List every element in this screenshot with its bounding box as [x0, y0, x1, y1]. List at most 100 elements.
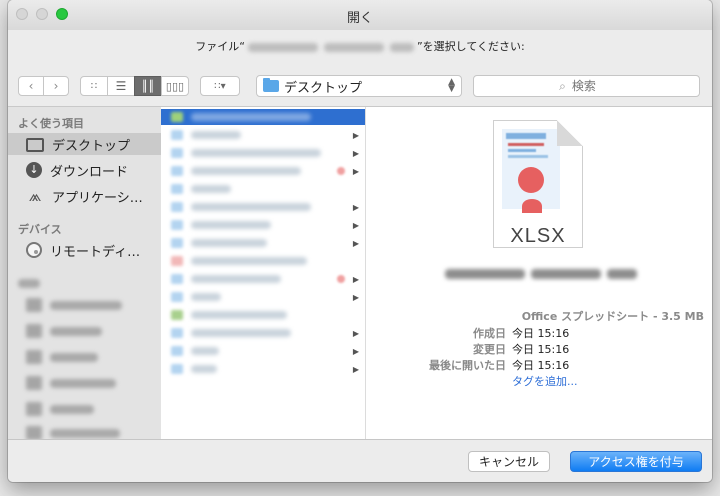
redacted-filename — [247, 42, 318, 52]
file-row[interactable]: ▶ — [161, 163, 365, 179]
title-bar[interactable]: 開く — [8, 0, 712, 30]
redacted-section-header — [18, 277, 40, 289]
disclosure-arrow-icon: ▶ — [352, 238, 359, 248]
tag-dot-icon — [337, 167, 345, 175]
sidebar-item-downloads[interactable]: ↓ ダウンロード — [8, 159, 161, 181]
applications-icon: ⩕ — [28, 186, 42, 205]
forward-button[interactable]: › — [43, 76, 69, 96]
columns-icon: ║║ — [141, 79, 155, 93]
preview-pane: XLSX Office スプレッドシート - 3.5 MB 作成日 今日 15:… — [366, 107, 712, 439]
file-row[interactable]: ▶ — [161, 361, 365, 377]
file-row[interactable] — [161, 181, 365, 197]
redacted-sidebar-item[interactable] — [26, 298, 122, 312]
disclosure-arrow-icon: ▶ — [352, 202, 359, 212]
disclosure-arrow-icon: ▶ — [352, 364, 359, 374]
file-row[interactable]: ▶ — [161, 325, 365, 341]
add-tags-link[interactable]: タグを追加... — [512, 373, 578, 389]
file-row[interactable]: ▶ — [161, 235, 365, 251]
file-row[interactable]: ▶ — [161, 127, 365, 143]
coverflow-icon: ▯▯▯ — [165, 79, 185, 93]
sidebar-item-label: アプリケーシ… — [52, 190, 143, 206]
icon-grid-icon: ∷ — [90, 80, 98, 92]
file-kind-size: Office スプレッドシート - 3.5 MB — [521, 310, 704, 323]
modified-value: 今日 15:16 — [512, 343, 570, 356]
xlsx-file-icon: XLSX — [493, 120, 583, 248]
sidebar-item-applications[interactable]: ⩕ アプリケーシ… — [8, 185, 161, 207]
disclosure-arrow-icon: ▶ — [352, 166, 359, 176]
redacted-filename-part — [323, 42, 384, 52]
search-field[interactable]: ⌕ — [473, 75, 700, 97]
prompt-prefix: ファイル“ — [195, 40, 245, 53]
chevron-left-icon: ‹ — [28, 79, 34, 93]
sidebar-item-label: デスクトップ — [52, 138, 131, 154]
sidebar-item-desktop[interactable]: デスクトップ — [8, 133, 161, 155]
redacted-sidebar-item[interactable] — [26, 350, 98, 364]
sidebar: よく使う項目 デスクトップ ↓ ダウンロード ⩕ アプリケーシ… デバイス リモ… — [8, 107, 162, 439]
chevron-right-icon: › — [53, 79, 59, 93]
redacted-preview-filename — [426, 267, 656, 281]
redacted-sidebar-item[interactable] — [26, 402, 94, 416]
file-row-selected[interactable] — [161, 109, 365, 125]
list-icon: ☰ — [115, 79, 127, 93]
file-row[interactable]: ▶ — [161, 343, 365, 359]
redacted-sidebar-item[interactable] — [26, 324, 102, 338]
page-fold — [557, 120, 583, 146]
modified-label: 変更日 — [473, 343, 506, 356]
spreadsheet-thumbnail — [502, 129, 560, 213]
column-view-button[interactable]: ║║ — [134, 76, 162, 96]
back-button[interactable]: ‹ — [18, 76, 44, 96]
created-label: 作成日 — [473, 327, 506, 340]
sidebar-item-label: リモートディ… — [50, 244, 141, 260]
last-opened-label: 最後に開いた日 — [429, 359, 506, 372]
redacted-filename-ext — [389, 42, 414, 52]
redacted-sidebar-item[interactable] — [26, 426, 120, 439]
disclosure-arrow-icon: ▶ — [352, 292, 359, 302]
file-column: ▶ ▶ ▶ ▶ ▶ ▶ ▶ ▶ ▶ ▶ ▶ — [161, 107, 366, 439]
list-view-button[interactable]: ☰ — [107, 76, 135, 96]
folder-icon — [263, 78, 279, 92]
coverflow-view-button[interactable]: ▯▯▯ — [161, 76, 189, 96]
location-popup[interactable]: デスクトップ ▲ ▼ — [256, 75, 462, 97]
file-row[interactable] — [161, 307, 365, 323]
download-icon: ↓ — [26, 162, 42, 178]
search-icon: ⌕ — [559, 78, 566, 93]
tag-dot-icon — [337, 275, 345, 283]
location-label: デスクトップ — [284, 80, 363, 96]
file-row[interactable]: ▶ — [161, 217, 365, 233]
file-metadata: 作成日 今日 15:16 変更日 今日 15:16 最後に開いた日 今日 15:… — [366, 325, 712, 389]
toolbar: ‹ › ∷ ☰ ║║ ▯▯▯ ∷▾ デスクトップ ▲ ▼ ⌕ — [8, 66, 712, 107]
disclosure-arrow-icon: ▶ — [352, 220, 359, 230]
prompt-suffix: ”を選択してください: — [416, 40, 525, 53]
remote-disc-icon — [26, 242, 42, 258]
file-row[interactable]: ▶ — [161, 199, 365, 215]
disclosure-arrow-icon: ▶ — [352, 274, 359, 284]
file-type-label: XLSX — [510, 225, 566, 247]
grid-arrange-icon: ∷▾ — [214, 80, 226, 92]
disclosure-arrow-icon: ▶ — [352, 130, 359, 140]
redacted-sidebar-item[interactable] — [26, 376, 116, 390]
open-dialog-window: 開く ファイル“ ”を選択してください: ‹ › ∷ ☰ ║║ ▯▯▯ ∷▾ デス… — [8, 0, 712, 482]
favorites-header: よく使う項目 — [18, 117, 84, 130]
disclosure-arrow-icon: ▶ — [352, 328, 359, 338]
file-row[interactable]: ▶ — [161, 289, 365, 305]
window-title: 開く — [346, 11, 373, 26]
sidebar-item-label: ダウンロード — [50, 164, 129, 180]
created-value: 今日 15:16 — [512, 327, 570, 340]
devices-header: デバイス — [18, 223, 62, 236]
icon-view-button[interactable]: ∷ — [80, 76, 108, 96]
arrange-button[interactable]: ∷▾ — [200, 76, 240, 96]
disclosure-arrow-icon: ▶ — [352, 148, 359, 158]
grant-access-button[interactable]: アクセス権を付与 — [570, 451, 702, 472]
file-selection-prompt: ファイル“ ”を選択してください: — [8, 38, 712, 54]
updown-arrows-icon: ▲ ▼ — [448, 77, 455, 94]
button-bar: キャンセル アクセス権を付与 — [8, 439, 712, 482]
disclosure-arrow-icon: ▶ — [352, 346, 359, 356]
search-input[interactable] — [569, 78, 614, 94]
file-row[interactable] — [161, 253, 365, 269]
desktop-icon — [26, 138, 44, 152]
sidebar-item-remote-disc[interactable]: リモートディ… — [8, 239, 161, 261]
last-opened-value: 今日 15:16 — [512, 359, 570, 372]
cancel-button[interactable]: キャンセル — [468, 451, 550, 472]
file-row[interactable]: ▶ — [161, 145, 365, 161]
file-row[interactable]: ▶ — [161, 271, 365, 287]
